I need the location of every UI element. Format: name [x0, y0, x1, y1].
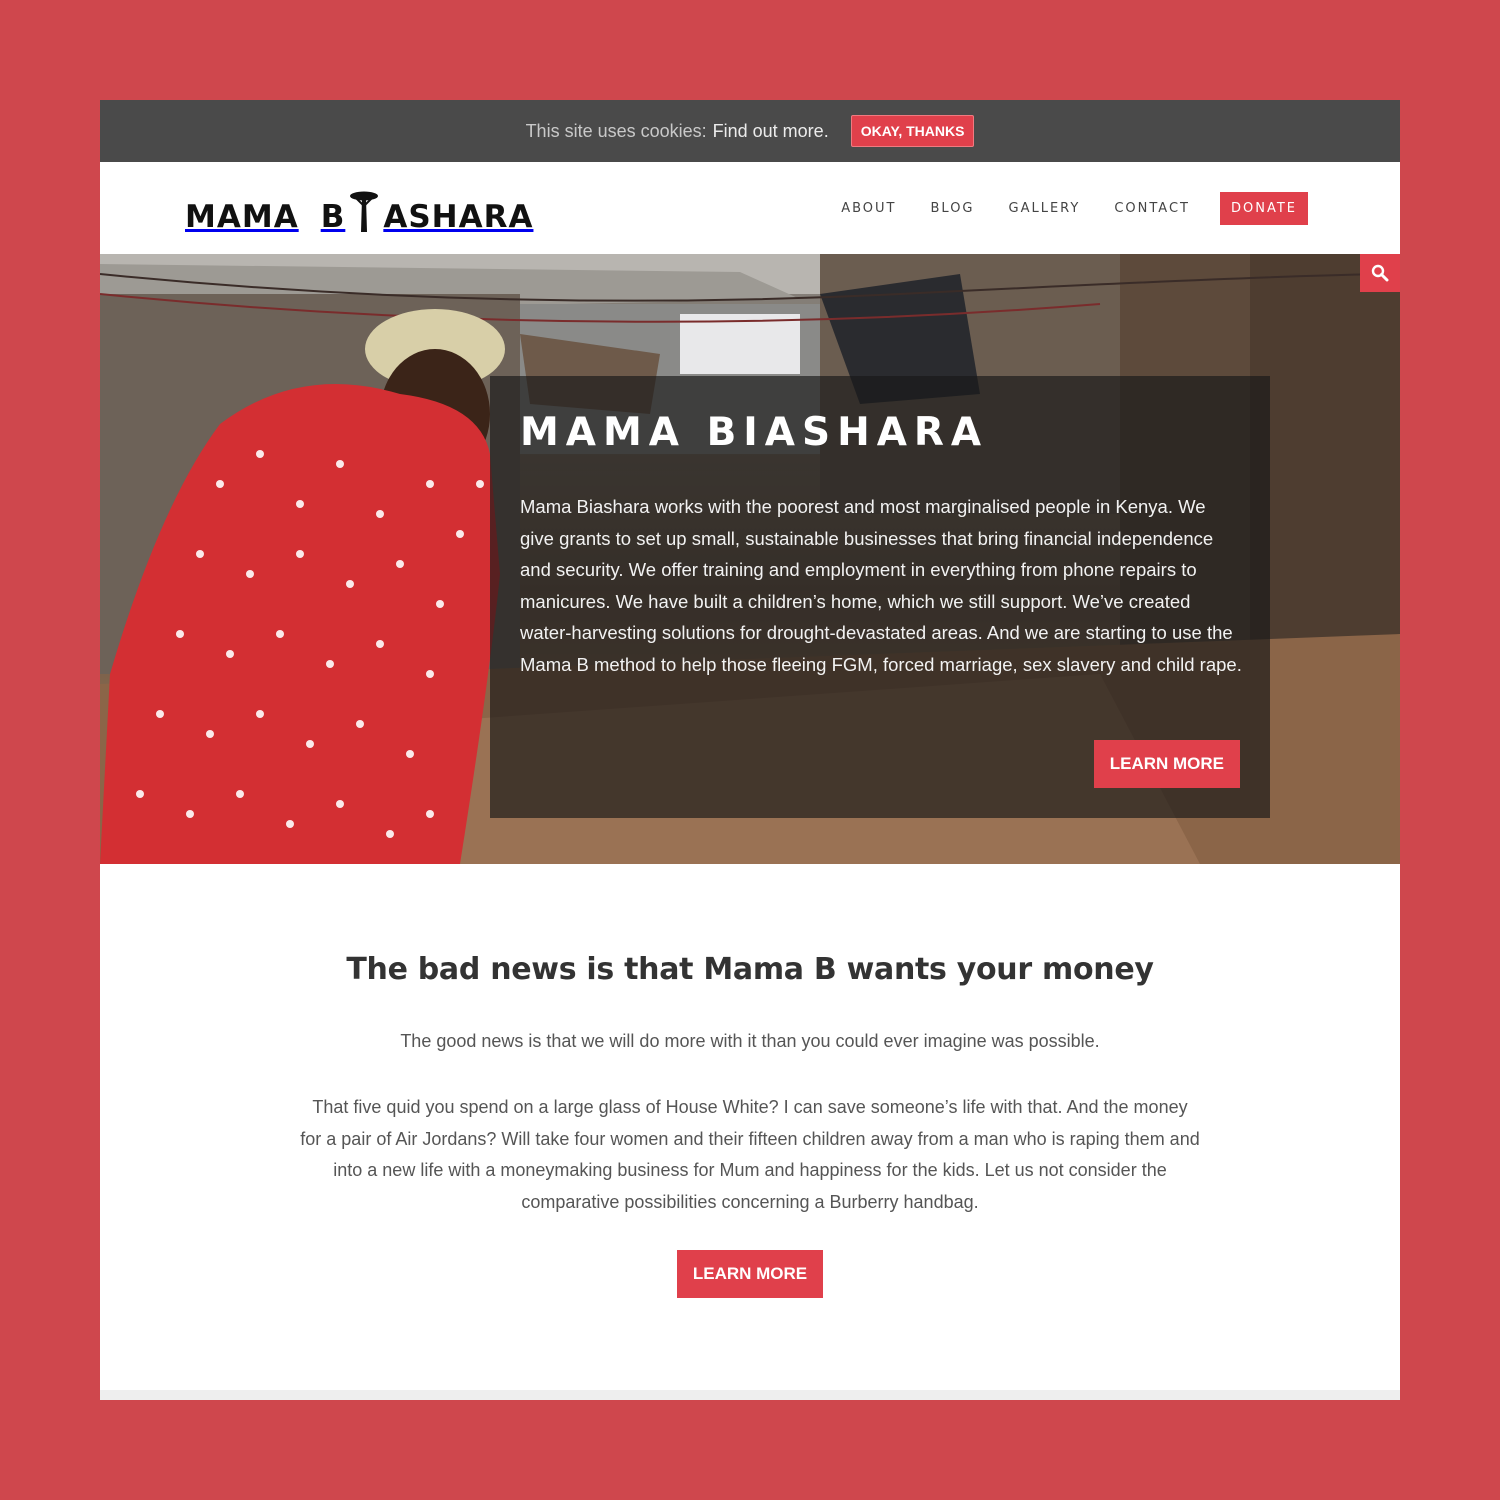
site-header: MAMA B ASHARA ABOUT BLOG GALLERY CONTACT…: [100, 162, 1400, 254]
section-lead: The good news is that we will do more wi…: [400, 1031, 1100, 1051]
cookie-text: This site uses cookies:: [525, 120, 707, 141]
cookie-find-out-more-link[interactable]: Find out more.: [713, 121, 829, 141]
hero-description: Mama Biashara works with the poorest and…: [520, 496, 1242, 675]
hero-title: MAMA BIASHARA: [520, 410, 989, 455]
hero-content-panel: MAMA BIASHARA Mama Biashara works with t…: [490, 376, 1270, 818]
logo-letter-b: B: [320, 199, 346, 235]
nav-about[interactable]: ABOUT: [841, 201, 896, 216]
nav-blog[interactable]: BLOG: [931, 201, 975, 216]
donation-appeal-section: The bad news is that Mama B wants your m…: [100, 864, 1400, 1298]
cookie-banner: This site uses cookies: Find out more. OK…: [100, 100, 1400, 162]
section-title: The bad news is that Mama B wants your m…: [346, 952, 1154, 987]
section-learn-more-button[interactable]: LEARN MORE: [676, 1250, 824, 1298]
search-icon: [1371, 264, 1389, 282]
nav-gallery[interactable]: GALLERY: [1009, 201, 1081, 216]
footer-edge: [100, 1390, 1400, 1400]
cookie-notice: This site uses cookies: Find out more.: [526, 121, 829, 142]
hero-banner: MAMA BIASHARA Mama Biashara works with t…: [100, 254, 1400, 864]
nav-contact[interactable]: CONTACT: [1114, 201, 1190, 216]
hero-learn-more-button[interactable]: LEARN MORE: [1093, 740, 1240, 788]
logo-word-mama: MAMA: [185, 199, 299, 235]
website-page: This site uses cookies: Find out more. OK…: [100, 100, 1400, 1400]
search-button[interactable]: [1360, 254, 1400, 292]
cookie-accept-button[interactable]: OKAY, THANKS: [850, 115, 975, 147]
donate-button[interactable]: DONATE: [1219, 191, 1308, 225]
section-paragraph: That five quid you spend on a large glas…: [300, 1097, 1200, 1212]
logo-word-ashara: ASHARA: [383, 199, 534, 235]
site-logo[interactable]: MAMA B ASHARA: [185, 183, 533, 233]
main-nav: ABOUT BLOG GALLERY CONTACT DONATE: [841, 191, 1308, 225]
acacia-tree-icon: [350, 191, 379, 232]
